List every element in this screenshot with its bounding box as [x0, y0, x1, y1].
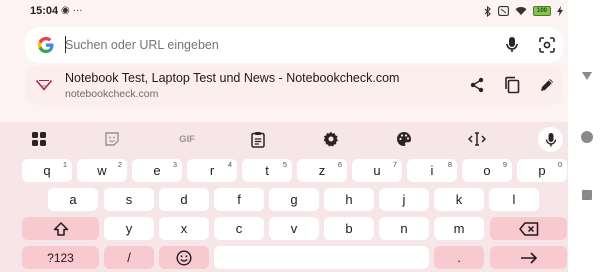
key-f[interactable]: f: [214, 188, 264, 211]
key-k[interactable]: k: [434, 188, 484, 211]
on-screen-keyboard: GIF q1 w2 e3 r4 t5 z6 u7 i8 o9 p0 a s d …: [0, 122, 568, 272]
google-lens-icon[interactable]: [538, 36, 556, 54]
key-hint: 3: [172, 160, 177, 169]
text-cursor: [65, 36, 67, 53]
backspace-key[interactable]: [490, 217, 567, 240]
key-hint: 5: [282, 160, 287, 169]
browser-app: 15:04 ◉ ··· 100 Suchen oder URL eingeben…: [0, 0, 568, 272]
keyboard-mic-icon[interactable]: [538, 127, 563, 152]
key-t[interactable]: t5: [242, 159, 292, 182]
key-a[interactable]: a: [48, 188, 98, 211]
cursor-control-icon[interactable]: [466, 128, 488, 150]
symbols-key[interactable]: ?123: [22, 246, 99, 269]
shift-arrow-icon: [53, 221, 69, 236]
key-label: t: [265, 163, 269, 178]
key-u[interactable]: u7: [352, 159, 402, 182]
key-e[interactable]: e3: [132, 159, 182, 182]
charging-icon: [557, 6, 563, 16]
apps-grid-icon[interactable]: [28, 128, 50, 150]
key-hint: 4: [227, 160, 232, 169]
key-hint: 6: [337, 160, 342, 169]
status-notification-icons: ◉ ···: [61, 5, 83, 16]
key-d[interactable]: d: [159, 188, 209, 211]
nav-back-icon[interactable]: [581, 70, 593, 82]
space-key[interactable]: [214, 246, 429, 269]
key-hint: 9: [502, 160, 507, 169]
key-x[interactable]: x: [159, 217, 209, 240]
system-navigation-bar: [568, 0, 605, 272]
microphone-icon[interactable]: [505, 36, 519, 54]
key-hint: 7: [392, 160, 397, 169]
backspace-icon: [518, 221, 539, 236]
gif-button[interactable]: GIF: [174, 128, 200, 150]
bluetooth-icon: [484, 5, 492, 17]
key-label: p: [538, 163, 546, 178]
nfc-icon: [498, 6, 509, 16]
key-y[interactable]: y: [104, 217, 154, 240]
key-hint: 0: [557, 160, 562, 169]
search-input[interactable]: [65, 35, 485, 55]
key-q[interactable]: q1: [22, 159, 72, 182]
go-enter-key[interactable]: [490, 246, 567, 269]
key-g[interactable]: g: [269, 188, 319, 211]
key-n[interactable]: n: [379, 217, 429, 240]
emoji-key[interactable]: [159, 246, 209, 269]
key-r[interactable]: r4: [187, 159, 237, 182]
settings-gear-icon[interactable]: [320, 128, 342, 150]
status-time: 15:04: [30, 5, 59, 17]
emoji-smiley-icon: [176, 249, 192, 266]
key-hint: 2: [117, 160, 122, 169]
key-o[interactable]: o9: [462, 159, 512, 182]
key-label: w: [97, 163, 107, 178]
share-icon[interactable]: [469, 77, 485, 93]
clipboard-icon[interactable]: [247, 128, 269, 150]
key-label: q: [43, 163, 51, 178]
key-j[interactable]: j: [379, 188, 429, 211]
arrow-right-icon: [520, 251, 538, 264]
key-h[interactable]: h: [324, 188, 374, 211]
key-s[interactable]: s: [104, 188, 154, 211]
site-favicon-icon: [35, 76, 53, 94]
key-label: r: [209, 163, 215, 178]
nav-recents-icon[interactable]: [581, 189, 593, 201]
google-logo-icon: [37, 36, 55, 54]
key-i[interactable]: i8: [407, 159, 457, 182]
key-period[interactable]: .: [434, 246, 484, 269]
key-label: u: [373, 163, 381, 178]
key-v[interactable]: v: [269, 217, 319, 240]
key-m[interactable]: m: [434, 217, 484, 240]
key-b[interactable]: b: [324, 217, 374, 240]
nav-home-icon[interactable]: [580, 130, 594, 144]
key-l[interactable]: l: [489, 188, 539, 211]
key-label: i: [430, 163, 434, 178]
suggestion-row[interactable]: Notebook Test, Laptop Test und News - No…: [25, 65, 563, 105]
key-slash[interactable]: /: [104, 246, 154, 269]
edit-pencil-icon[interactable]: [539, 77, 555, 93]
status-icons: 100: [484, 4, 563, 18]
key-label: o: [483, 163, 491, 178]
key-p[interactable]: p0: [517, 159, 567, 182]
key-hint: 1: [62, 160, 67, 169]
key-z[interactable]: z6: [297, 159, 347, 182]
suggestion-url: notebookcheck.com: [65, 88, 159, 100]
shift-key[interactable]: [22, 217, 99, 240]
key-hint: 8: [447, 160, 452, 169]
copy-icon[interactable]: [504, 76, 520, 94]
battery-icon: 100: [533, 6, 551, 16]
key-label: e: [153, 163, 161, 178]
key-c[interactable]: c: [214, 217, 264, 240]
suggestion-title: Notebook Test, Laptop Test und News - No…: [65, 71, 400, 85]
key-label: z: [318, 163, 326, 178]
theme-palette-icon[interactable]: [393, 128, 415, 150]
key-w[interactable]: w2: [77, 159, 127, 182]
sticker-icon[interactable]: [101, 128, 123, 150]
wifi-icon: [515, 6, 527, 16]
search-bar[interactable]: [25, 27, 563, 63]
